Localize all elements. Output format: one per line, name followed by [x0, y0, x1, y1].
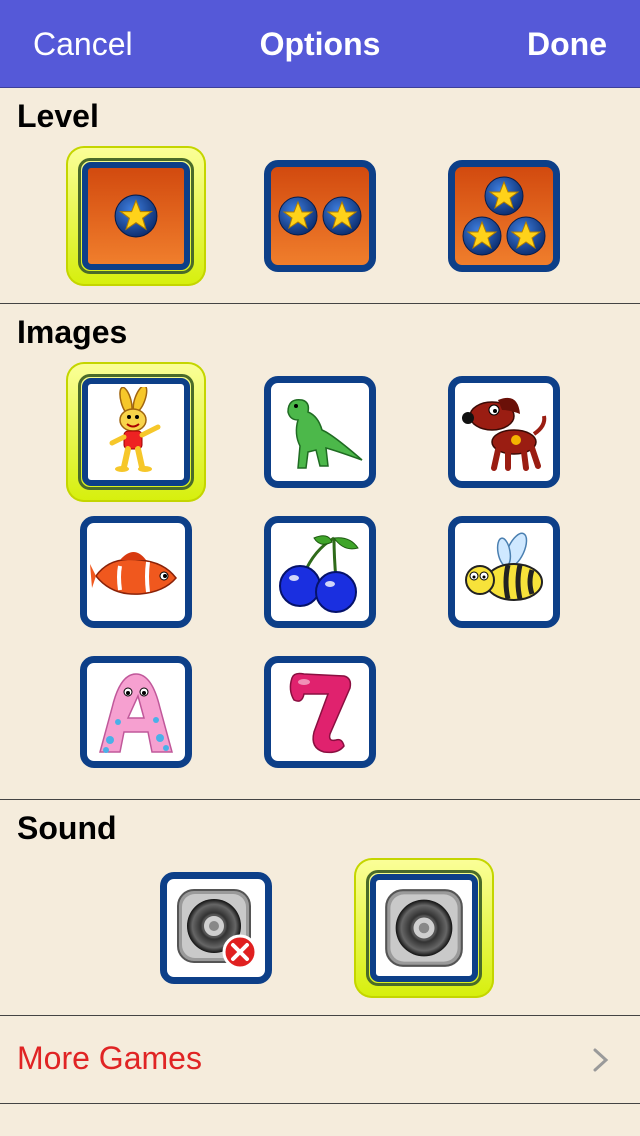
image-option-dog[interactable] [448, 376, 560, 488]
three-stars-icon [462, 176, 546, 256]
level-section-title: Level [17, 98, 99, 134]
navigation-bar: Cancel Options Done [0, 0, 640, 88]
images-section-title: Images [17, 314, 128, 350]
level-option-2[interactable] [264, 160, 376, 272]
sound-section-title: Sound [17, 810, 117, 846]
image-option-rabbit-selected[interactable] [66, 362, 206, 502]
rabbit-icon [109, 387, 161, 472]
divider [0, 1103, 640, 1104]
two-stars-icon [278, 196, 362, 236]
image-option-bee[interactable] [448, 516, 560, 628]
speaker-icon [382, 886, 466, 970]
image-option-fish[interactable] [80, 516, 192, 628]
sound-on-option-selected[interactable] [354, 858, 494, 998]
one-star-icon [114, 194, 158, 238]
image-option-letter-a[interactable] [80, 656, 192, 768]
bee-icon [465, 532, 543, 601]
divider [0, 799, 640, 800]
chevron-right-icon [593, 1048, 609, 1072]
speaker-muted-icon [177, 889, 258, 970]
more-games-link[interactable]: More Games [17, 1040, 202, 1077]
divider [0, 303, 640, 304]
number-seven-icon [289, 672, 352, 754]
image-option-number-seven[interactable] [264, 656, 376, 768]
level-option-3[interactable] [448, 160, 560, 272]
divider [0, 1015, 640, 1016]
letter-a-icon [99, 673, 173, 753]
image-option-dinosaur[interactable] [264, 376, 376, 488]
sound-off-option[interactable] [160, 872, 272, 984]
dog-icon [462, 397, 547, 471]
done-button[interactable]: Done [527, 26, 607, 63]
fish-icon [90, 552, 177, 595]
image-option-cherries[interactable] [264, 516, 376, 628]
dinosaur-icon [287, 399, 363, 469]
cherries-icon [279, 535, 359, 613]
level-option-1-selected[interactable] [66, 146, 206, 286]
